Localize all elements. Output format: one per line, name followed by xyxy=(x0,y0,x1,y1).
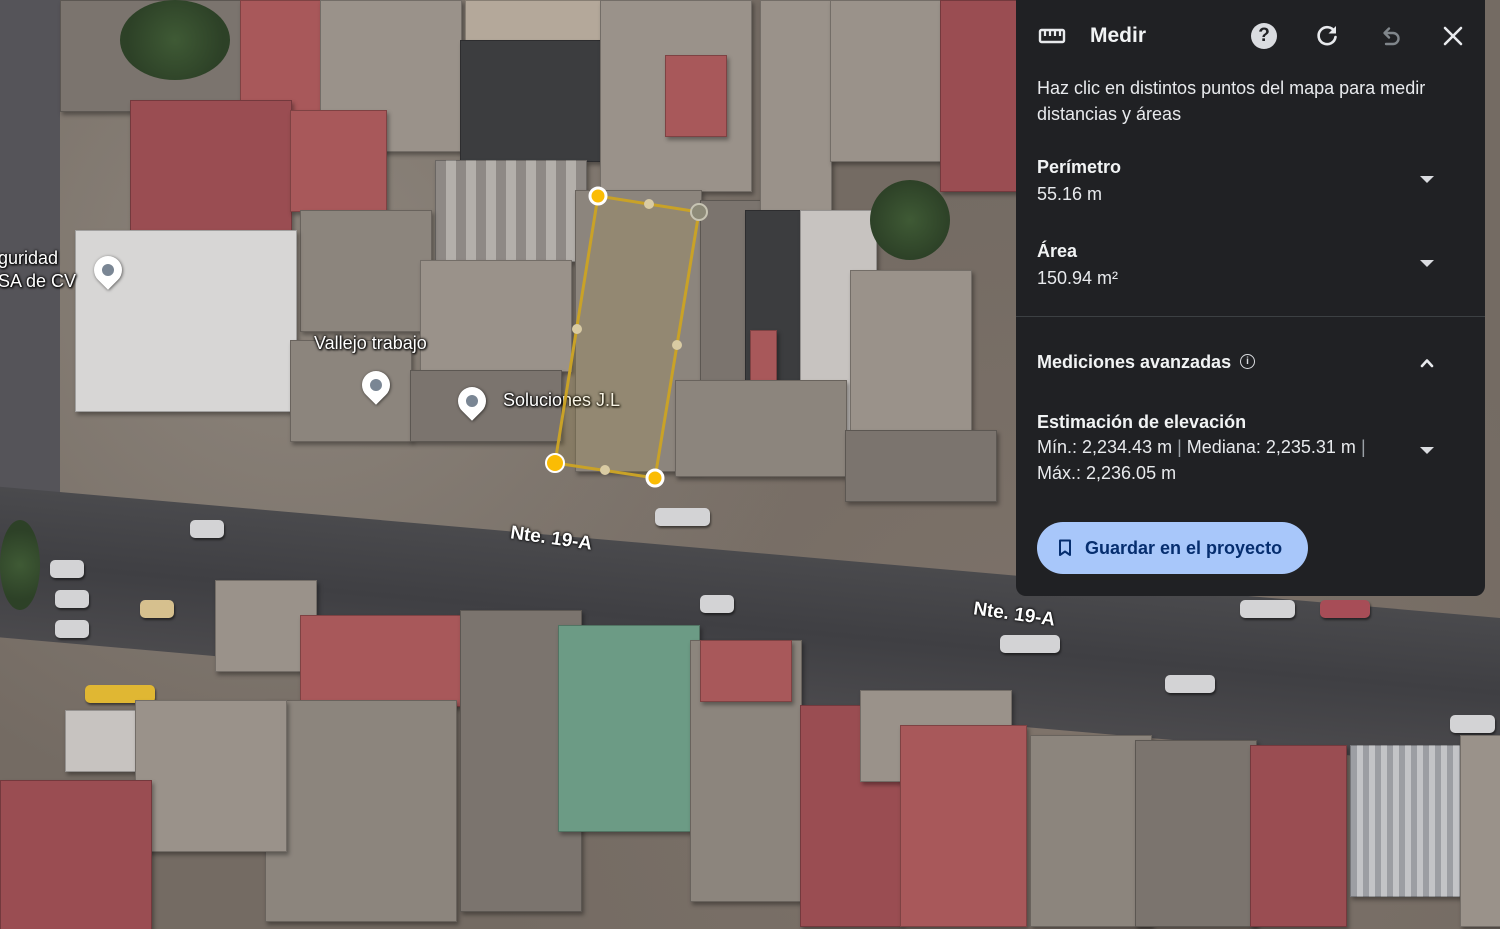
elevation-section: Estimación de elevación Mín.: 2,234.43 m… xyxy=(1037,412,1417,486)
panel-title: Medir xyxy=(1090,24,1147,47)
measure-midpoint xyxy=(672,340,682,350)
measure-point xyxy=(588,186,608,206)
close-button[interactable] xyxy=(1437,20,1469,52)
separator: | xyxy=(1177,437,1182,457)
measure-midpoint xyxy=(600,465,610,475)
undo-button[interactable] xyxy=(1374,20,1406,52)
bookmark-icon xyxy=(1059,539,1071,556)
elevation-min: Mín.: 2,234.43 m xyxy=(1037,437,1173,457)
measure-midpoint xyxy=(644,199,654,209)
advanced-measurements-title[interactable]: Mediciones avanzadas xyxy=(1037,352,1231,373)
area-value: 150.94 m² xyxy=(1037,268,1119,288)
help-button[interactable]: ? xyxy=(1248,20,1280,52)
advanced-chevron-up-icon[interactable] xyxy=(1420,356,1434,370)
measure-area-outline xyxy=(553,194,701,480)
perimeter-chevron-down-icon[interactable] xyxy=(1420,176,1434,183)
measure-point xyxy=(690,203,708,221)
save-button-label: Guardar en el proyecto xyxy=(1085,537,1283,558)
area-label: Área xyxy=(1037,241,1078,261)
measure-point xyxy=(545,453,565,473)
area-chevron-down-icon[interactable] xyxy=(1420,260,1434,267)
measure-panel: Medir ? Haz clic en distintos puntos del… xyxy=(1016,0,1485,596)
divider xyxy=(1016,316,1485,317)
elevation-max: Máx.: 2,236.05 m xyxy=(1037,463,1177,483)
measure-point xyxy=(645,468,665,488)
refresh-button[interactable] xyxy=(1311,20,1343,52)
perimeter-label: Perímetro xyxy=(1037,157,1122,177)
panel-header: Medir ? xyxy=(1016,0,1485,72)
refresh-icon xyxy=(1317,25,1337,46)
close-icon xyxy=(1443,26,1463,46)
perimeter-value: 55.16 m xyxy=(1037,184,1103,204)
measure-midpoint xyxy=(572,324,582,334)
ruler-icon xyxy=(1038,28,1066,44)
elevation-median: Mediana: 2,235.31 m xyxy=(1186,437,1356,457)
help-icon: ? xyxy=(1251,23,1277,49)
area-section: Área 150.94 m² xyxy=(1037,241,1457,289)
perimeter-section: Perímetro 55.16 m xyxy=(1037,157,1457,205)
undo-icon xyxy=(1383,27,1400,46)
elevation-values: Mín.: 2,234.43 m | Mediana: 2,235.31 m | xyxy=(1037,434,1417,460)
separator: | xyxy=(1360,437,1366,457)
elevation-chevron-down-icon[interactable] xyxy=(1420,447,1434,454)
save-to-project-button[interactable]: Guardar en el proyecto xyxy=(1037,522,1308,574)
info-icon[interactable]: i xyxy=(1240,354,1255,369)
instructions-text: Haz clic en distintos puntos del mapa pa… xyxy=(1037,78,1426,124)
elevation-label: Estimación de elevación xyxy=(1037,412,1247,432)
